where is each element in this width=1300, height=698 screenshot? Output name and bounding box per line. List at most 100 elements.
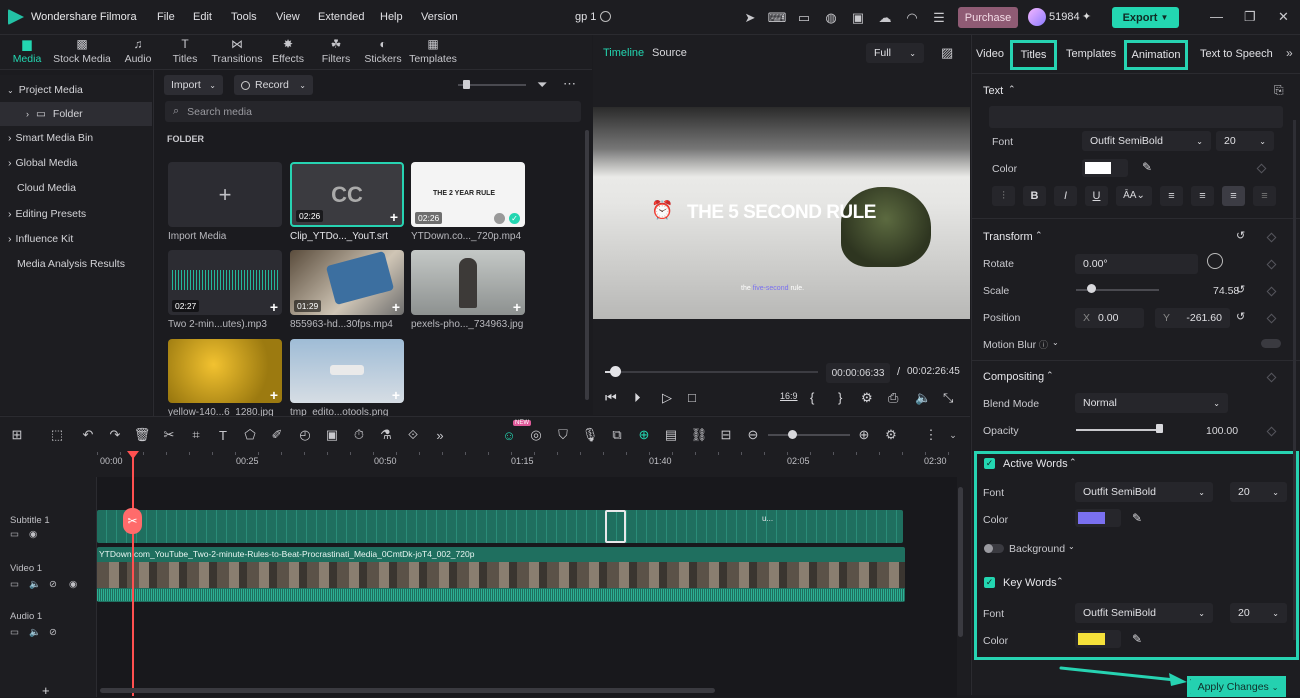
- mic-icon[interactable]: 🎙: [581, 426, 599, 444]
- chevron-down-icon[interactable]: ⌄: [1052, 338, 1059, 347]
- media-item-mp3[interactable]: 02:27 +: [168, 250, 282, 315]
- split-screen-icon[interactable]: ⧉: [608, 426, 626, 444]
- keyframe-icon[interactable]: [1256, 163, 1267, 174]
- restore-icon[interactable]: ❐: [1244, 9, 1256, 25]
- avatar[interactable]: [1028, 8, 1046, 26]
- position-x-input[interactable]: X 0.00: [1075, 308, 1144, 328]
- prev-frame-icon[interactable]: ⏮: [605, 390, 617, 406]
- eye-icon[interactable]: ◉: [69, 579, 77, 590]
- volume-icon[interactable]: 🔈: [915, 390, 931, 406]
- layout-grid-icon[interactable]: ⊞: [8, 426, 26, 444]
- add-track-icon[interactable]: +: [42, 683, 50, 698]
- apply-changes-button[interactable]: Apply Changes ⌄: [1190, 678, 1286, 696]
- folder-icon[interactable]: ▭: [10, 529, 19, 540]
- import-media-tile[interactable]: +: [168, 162, 282, 227]
- lock-icon[interactable]: ⊘: [49, 627, 57, 638]
- tab-titles[interactable]: T Titles: [155, 38, 215, 68]
- keyframe-icon[interactable]: [1266, 313, 1277, 324]
- info-icon[interactable]: ⓘ: [1039, 338, 1048, 351]
- menu-extended[interactable]: Extended: [318, 11, 364, 23]
- menu-file[interactable]: File: [157, 11, 175, 23]
- tab-templates[interactable]: ▦ Templates: [403, 38, 463, 68]
- rotate-dial-icon[interactable]: [1207, 253, 1223, 269]
- add-icon[interactable]: +: [270, 387, 278, 403]
- compositing-section-title[interactable]: Compositing: [983, 371, 1044, 383]
- motion-blur-toggle[interactable]: [1261, 339, 1281, 348]
- active-font-select[interactable]: Outfit SemiBold ⌄: [1075, 482, 1213, 502]
- playhead-handle[interactable]: [609, 366, 621, 377]
- render-settings-icon[interactable]: ⚙: [861, 390, 873, 406]
- more-tools-icon[interactable]: »: [431, 426, 449, 444]
- active-size-select[interactable]: 20 ⌄: [1230, 482, 1287, 502]
- eyedropper-icon[interactable]: ✎: [1132, 511, 1142, 525]
- snap-icon[interactable]: ⊕: [635, 426, 653, 444]
- current-time[interactable]: 00:00:06:33: [826, 363, 890, 383]
- ai-mate-icon[interactable]: ☺: [500, 426, 518, 444]
- reset-icon[interactable]: ↺: [1236, 310, 1245, 323]
- tab-templates[interactable]: Templates: [1066, 48, 1116, 60]
- italic-icon[interactable]: I: [1054, 186, 1077, 206]
- camera-icon[interactable]: ⎙: [888, 390, 898, 406]
- zoom-out-icon[interactable]: ⊖: [744, 426, 762, 444]
- position-y-input[interactable]: Y -261.60: [1155, 308, 1230, 328]
- keyframe-icon[interactable]: [1266, 286, 1277, 297]
- media-item-yellow[interactable]: +: [168, 339, 282, 403]
- tab-media[interactable]: ▆ Media: [0, 38, 57, 68]
- sidebar-item-global-media[interactable]: › Global Media: [0, 151, 152, 175]
- pen-icon[interactable]: ✐: [268, 426, 286, 444]
- keyframe-icon[interactable]: [1266, 232, 1277, 243]
- media-item-jpg[interactable]: +: [411, 250, 525, 315]
- fullscreen-icon[interactable]: ⤡: [943, 390, 953, 406]
- align-right-icon[interactable]: ≡: [1222, 186, 1245, 206]
- sidebar-item-influence-kit[interactable]: › Influence Kit: [0, 227, 152, 251]
- split-icon[interactable]: ✂: [160, 426, 178, 444]
- zoom-in-icon[interactable]: ⊕: [855, 426, 873, 444]
- tab-titles[interactable]: Titles: [1021, 49, 1047, 61]
- snapshot-view-icon[interactable]: ▨: [941, 45, 953, 61]
- menu-tools[interactable]: Tools: [231, 11, 257, 23]
- headset-icon[interactable]: ◠: [903, 9, 921, 27]
- playhead-line[interactable]: [132, 452, 134, 696]
- aspect-ratio-icon[interactable]: 16:9: [780, 391, 798, 401]
- media-item-mp4[interactable]: THE 2 YEAR RULE 02:26 ✓: [411, 162, 525, 227]
- send-icon[interactable]: ➤: [741, 9, 759, 27]
- reset-icon[interactable]: ↺: [1236, 283, 1245, 296]
- zoom-handle[interactable]: [788, 430, 797, 439]
- chevron-up-icon[interactable]: ⌃: [1035, 230, 1043, 241]
- align-left-icon[interactable]: ≡: [1160, 186, 1183, 206]
- properties-scrollbar[interactable]: [1293, 120, 1296, 640]
- keyframe-icon[interactable]: [1266, 259, 1277, 270]
- subtitle-clip[interactable]: [97, 510, 903, 543]
- volume-icon[interactable]: 🔈: [29, 627, 41, 638]
- key-words-checkbox[interactable]: ✓: [984, 577, 995, 588]
- select-tool-icon[interactable]: ⬚: [48, 426, 66, 444]
- folder-icon[interactable]: ▭: [10, 627, 19, 638]
- subtitle-overlay[interactable]: the five-second rule.: [741, 285, 804, 292]
- scale-slider-handle[interactable]: [1086, 284, 1096, 293]
- align-justify-icon[interactable]: ≡: [1253, 186, 1276, 206]
- timeline-scrollbar[interactable]: [100, 688, 715, 693]
- crop-icon[interactable]: ⌗: [187, 426, 205, 444]
- settings-icon[interactable]: ⚙: [882, 426, 900, 444]
- search-input[interactable]: ⌕ Search media: [165, 101, 581, 122]
- menu-help[interactable]: Help: [380, 11, 403, 23]
- selected-subtitle-clip[interactable]: [605, 510, 626, 543]
- subtitle-icon[interactable]: ▤: [662, 426, 680, 444]
- filter-icon[interactable]: ⏷: [537, 77, 547, 93]
- undo-icon[interactable]: ↶: [79, 426, 97, 444]
- mark-out-icon[interactable]: }: [838, 390, 842, 405]
- more-icon[interactable]: ⋯: [563, 76, 576, 92]
- auto-sync-icon[interactable]: ◎: [527, 426, 545, 444]
- tab-animation-highlight[interactable]: Animation: [1124, 40, 1188, 70]
- quality-select[interactable]: Full ⌄: [866, 43, 924, 63]
- shape-icon[interactable]: ⬠: [241, 426, 259, 444]
- underline-icon[interactable]: U: [1085, 186, 1108, 206]
- opacity-slider-handle[interactable]: [1156, 424, 1163, 433]
- shield-icon[interactable]: ⛉: [554, 426, 572, 444]
- menu-view[interactable]: View: [276, 11, 300, 23]
- active-words-checkbox[interactable]: ✓: [984, 458, 995, 469]
- tab-stock-media[interactable]: ▩ Stock Media: [52, 38, 112, 68]
- chevron-up-icon[interactable]: ⌃: [1046, 370, 1054, 381]
- play-icon[interactable]: ▷: [662, 390, 672, 406]
- text-spacing-icon[interactable]: ⫶: [992, 186, 1015, 206]
